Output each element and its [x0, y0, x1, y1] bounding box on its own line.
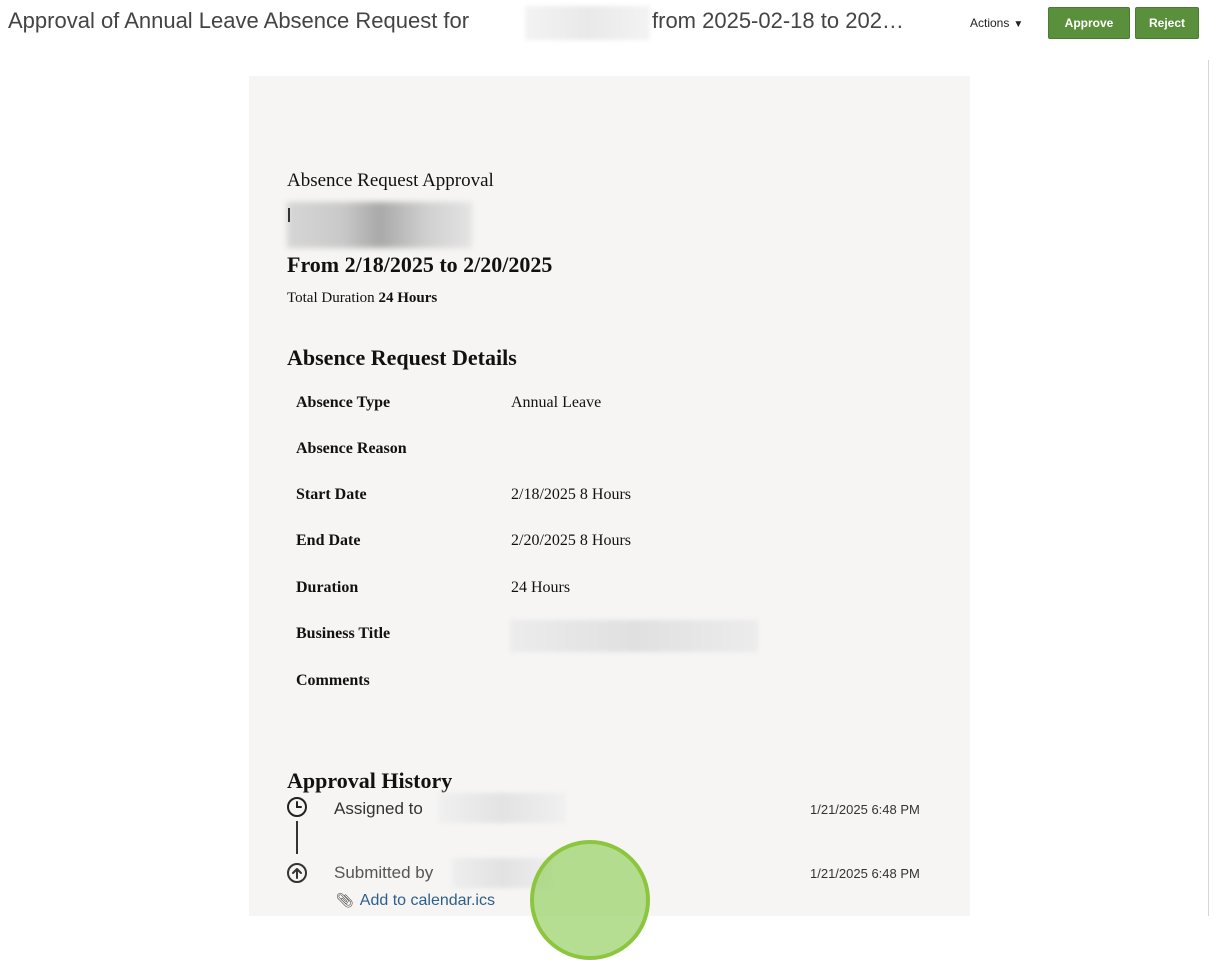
detail-label-duration: Duration [296, 579, 359, 596]
caret-down-icon: ▼ [1013, 19, 1024, 30]
actions-menu[interactable]: Actions ▼ [970, 16, 1023, 30]
redacted-assignee-name [438, 793, 566, 823]
redacted-business-title [510, 620, 758, 652]
date-range: From 2/18/2025 to 2/20/2025 [287, 252, 553, 277]
add-to-calendar-link[interactable]: 📎︎ Add to calendar.ics [336, 892, 495, 910]
click-indicator [530, 840, 650, 960]
requester-name-fragment [288, 208, 290, 222]
page-title-suffix: from 2025-02-18 to 202… [652, 8, 904, 33]
reject-button[interactable]: Reject [1135, 7, 1199, 39]
clock-icon [287, 797, 307, 817]
history-entry-assigned: Assigned to [334, 799, 423, 818]
redacted-requester-name [287, 202, 472, 248]
history-date-assigned: 1/21/2025 6:48 PM [810, 802, 920, 817]
page-title-prefix: Approval of Annual Leave Absence Request… [8, 8, 470, 33]
total-duration: Total Duration 24 Hours [287, 290, 437, 307]
history-date-submitted: 1/21/2025 6:48 PM [810, 866, 920, 881]
detail-label-absence-reason: Absence Reason [296, 440, 407, 457]
card-heading: Absence Request Approval [287, 170, 494, 191]
history-heading: Approval History [287, 768, 453, 793]
detail-label-comments: Comments [296, 672, 370, 689]
approve-button[interactable]: Approve [1048, 7, 1130, 39]
detail-label-end-date: End Date [296, 532, 361, 549]
detail-value-absence-type: Annual Leave [511, 394, 602, 411]
page-header: Approval of Annual Leave Absence Request… [0, 0, 1213, 48]
paperclip-icon: 📎︎ [336, 892, 354, 908]
redacted-employee-name [525, 6, 650, 40]
add-to-calendar-label: Add to calendar.ics [359, 892, 495, 909]
history-entry-submitted: Submitted by [334, 863, 434, 882]
details-heading: Absence Request Details [287, 345, 517, 370]
detail-label-absence-type: Absence Type [296, 394, 391, 411]
actions-label: Actions [970, 16, 1010, 30]
total-duration-value: 24 Hours [378, 290, 438, 306]
total-duration-label: Total Duration [287, 290, 375, 306]
detail-value-end-date: 2/20/2025 8 Hours [511, 532, 631, 549]
detail-value-duration: 24 Hours [511, 579, 571, 596]
detail-value-start-date: 2/18/2025 8 Hours [511, 486, 631, 503]
scrollbar-track[interactable] [1208, 60, 1209, 916]
arrow-up-circle-icon [287, 863, 307, 883]
detail-label-business-title: Business Title [296, 625, 391, 642]
timeline-connector [296, 821, 298, 854]
detail-label-start-date: Start Date [296, 486, 367, 503]
